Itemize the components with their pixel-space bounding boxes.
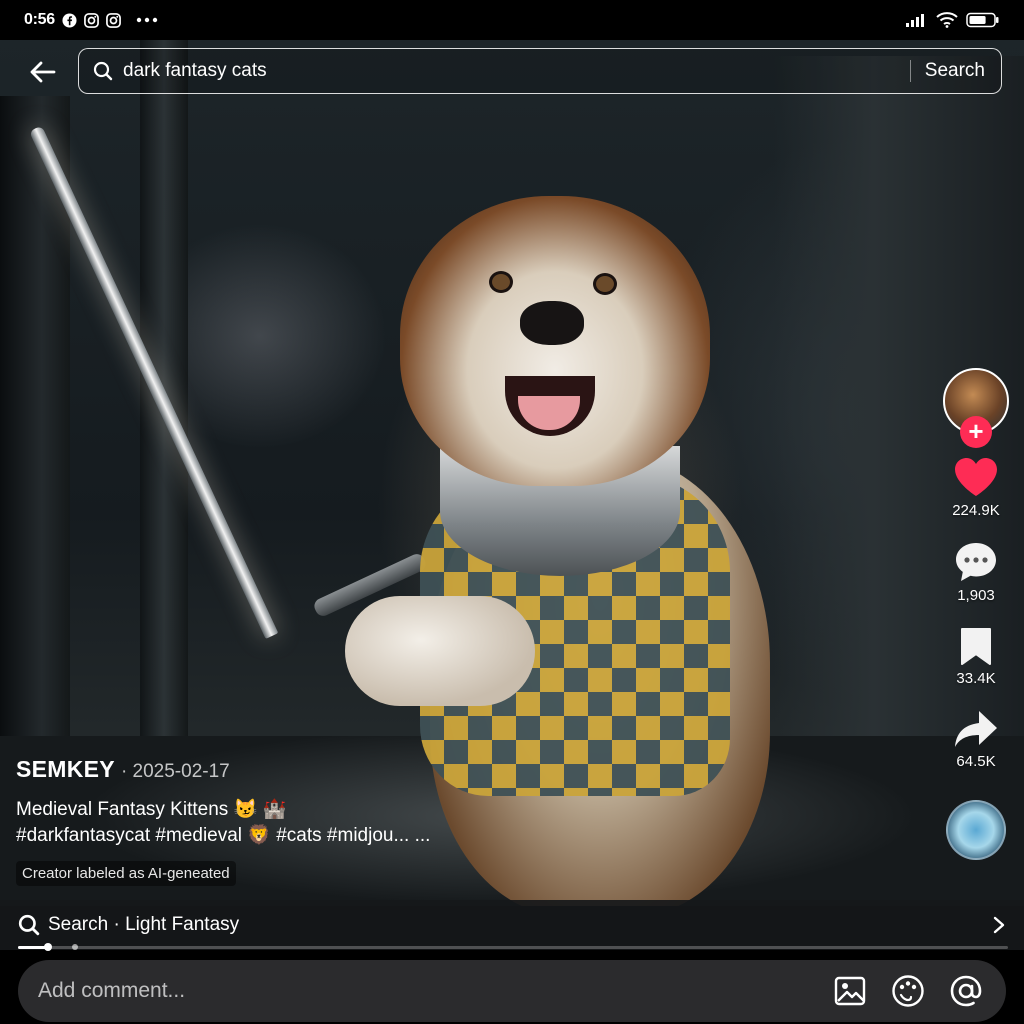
search-icon bbox=[93, 61, 113, 81]
dog-paw bbox=[345, 596, 535, 706]
comment-box[interactable] bbox=[18, 960, 1006, 1022]
signal-icon bbox=[906, 14, 924, 27]
video-progress-bar[interactable] bbox=[18, 943, 1008, 951]
share-arrow-icon bbox=[955, 711, 997, 747]
wifi-icon bbox=[936, 12, 958, 28]
bottom-comment-bar bbox=[0, 952, 1024, 1024]
comment-bubble-icon bbox=[956, 543, 996, 581]
share-count: 64.5K bbox=[956, 753, 996, 770]
author-line: SEMKEY · 2025-02-17 bbox=[16, 756, 716, 783]
image-button[interactable] bbox=[830, 971, 870, 1011]
status-left: 0:56 bbox=[24, 11, 158, 29]
status-bar: 0:56 bbox=[0, 0, 1024, 40]
comment-count: 1,903 bbox=[957, 587, 995, 604]
related-search-label: Search · Light Fantasy bbox=[48, 914, 240, 935]
dog-eye-right bbox=[596, 276, 614, 292]
search-divider bbox=[909, 60, 911, 82]
save-count: 33.4K bbox=[956, 670, 996, 687]
like-action[interactable]: 224.9K bbox=[952, 456, 1000, 519]
more-dots-icon bbox=[136, 17, 158, 23]
heart-icon bbox=[954, 458, 997, 496]
share-action[interactable]: 64.5K bbox=[953, 709, 999, 770]
video-progress-handle[interactable] bbox=[43, 943, 52, 951]
bookmark-icon bbox=[960, 628, 991, 665]
battery-fill bbox=[969, 16, 986, 24]
creator-avatar[interactable]: + bbox=[943, 368, 1009, 448]
at-icon bbox=[950, 975, 982, 1007]
author-name[interactable]: SEMKEY bbox=[16, 756, 115, 783]
search-query[interactable]: dark fantasy cats bbox=[123, 60, 910, 82]
follow-button[interactable]: + bbox=[960, 416, 992, 448]
post-date: · 2025-02-17 bbox=[120, 761, 230, 782]
video-caption: SEMKEY · 2025-02-17 Medieval Fantasy Kit… bbox=[16, 756, 716, 886]
video-hashtags[interactable]: #darkfantasycat #medieval 🦁 #cats #midjo… bbox=[16, 823, 716, 849]
instagram-icon bbox=[83, 12, 99, 28]
like-count: 224.9K bbox=[952, 502, 1000, 519]
comment-action[interactable]: 1,903 bbox=[954, 541, 998, 604]
video-description[interactable]: Medieval Fantasy Kittens 😼 🏰 #darkfantas… bbox=[16, 797, 716, 849]
ai-label-badge: Creator labeled as AI-geneated bbox=[16, 861, 236, 886]
image-icon bbox=[834, 976, 866, 1006]
save-action[interactable]: 33.4K bbox=[956, 626, 996, 687]
search-icon bbox=[18, 914, 40, 936]
background-wall-left bbox=[0, 96, 70, 796]
dog-nose bbox=[520, 301, 584, 345]
video-title: Medieval Fantasy Kittens 😼 🏰 bbox=[16, 799, 287, 820]
back-button[interactable] bbox=[20, 52, 64, 92]
chevron-right-icon bbox=[993, 916, 1005, 934]
emoji-icon bbox=[892, 975, 924, 1007]
instagram-icon-2 bbox=[105, 12, 121, 28]
search-bar[interactable]: dark fantasy cats Search bbox=[78, 48, 1002, 94]
sound-disc[interactable] bbox=[946, 800, 1006, 860]
mention-button[interactable] bbox=[946, 971, 986, 1011]
video-progress-marker bbox=[72, 944, 78, 950]
comment-input[interactable] bbox=[38, 979, 812, 1003]
battery-icon bbox=[966, 12, 999, 28]
action-rail: + 224.9K 1,903 33.4K 64.5K bbox=[936, 368, 1016, 860]
search-button[interactable]: Search bbox=[925, 60, 1001, 82]
back-arrow-icon bbox=[30, 61, 56, 83]
facebook-icon bbox=[62, 12, 77, 28]
status-time: 0:56 bbox=[24, 11, 55, 28]
emoji-button[interactable] bbox=[888, 971, 928, 1011]
dog-eye-left bbox=[492, 274, 510, 290]
status-right bbox=[906, 12, 1000, 28]
related-search-bar[interactable]: Search · Light Fantasy bbox=[0, 900, 1024, 950]
